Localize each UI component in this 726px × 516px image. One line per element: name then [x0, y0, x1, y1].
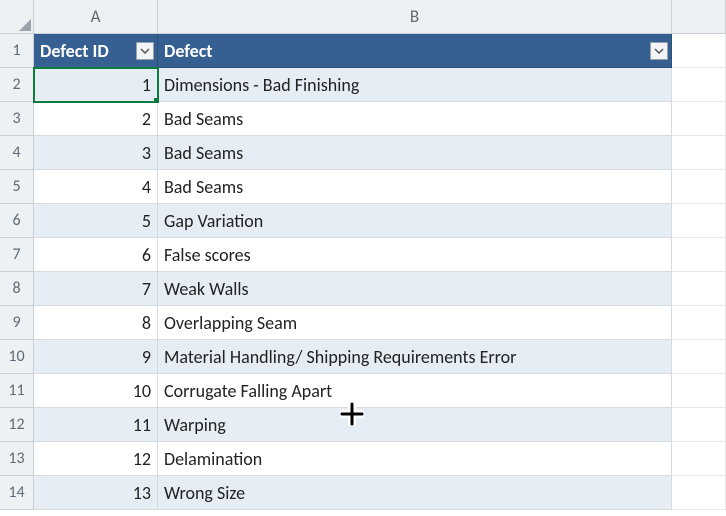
cell-A6[interactable]: 5 [34, 204, 158, 238]
cell-value: 11 [133, 414, 151, 436]
table-header-defect-id[interactable]: Defect ID [34, 34, 158, 68]
cell-C2[interactable] [672, 68, 726, 102]
row-header-4[interactable]: 4 [0, 136, 34, 170]
spreadsheet-grid[interactable]: A B 1 Defect ID Defect 21Dimensions - Ba… [0, 0, 726, 510]
cell-C10[interactable] [672, 340, 726, 374]
row-header-9[interactable]: 9 [0, 306, 34, 340]
cell-A7[interactable]: 6 [34, 238, 158, 272]
cell-C5[interactable] [672, 170, 726, 204]
filter-button-defect-id[interactable] [136, 42, 154, 60]
cell-B7[interactable]: False scores [158, 238, 672, 272]
cell-value: Overlapping Seam [164, 312, 297, 334]
cell-C8[interactable] [672, 272, 726, 306]
cell-value: 3 [142, 142, 151, 164]
cell-A11[interactable]: 10 [34, 374, 158, 408]
cell-value: False scores [164, 244, 251, 266]
cell-A3[interactable]: 2 [34, 102, 158, 136]
table-header-defect[interactable]: Defect [158, 34, 672, 68]
cell-value: Corrugate Falling Apart [164, 380, 332, 402]
cell-C4[interactable] [672, 136, 726, 170]
col-header-B[interactable]: B [158, 0, 672, 34]
cell-C1[interactable] [672, 34, 726, 68]
cell-C6[interactable] [672, 204, 726, 238]
cell-B10[interactable]: Material Handling/ Shipping Requirements… [158, 340, 672, 374]
cell-A10[interactable]: 9 [34, 340, 158, 374]
cell-B8[interactable]: Weak Walls [158, 272, 672, 306]
row-header-7[interactable]: 7 [0, 238, 34, 272]
cell-C14[interactable] [672, 476, 726, 510]
cell-C3[interactable] [672, 102, 726, 136]
cell-B12[interactable]: Warping [158, 408, 672, 442]
cell-value: 9 [142, 346, 151, 368]
row-header-2[interactable]: 2 [0, 68, 34, 102]
row-header-12[interactable]: 12 [0, 408, 34, 442]
cell-value: Dimensions - Bad Finishing [164, 74, 359, 96]
cell-value: 6 [142, 244, 151, 266]
cell-value: 13 [133, 482, 151, 504]
cell-value: 2 [142, 108, 151, 130]
cell-value: 1 [142, 74, 151, 96]
cell-value: Gap Variation [164, 210, 263, 232]
cell-B2[interactable]: Dimensions - Bad Finishing [158, 68, 672, 102]
cell-A8[interactable]: 7 [34, 272, 158, 306]
cell-value: Delamination [164, 448, 262, 470]
row-header-8[interactable]: 8 [0, 272, 34, 306]
cell-C12[interactable] [672, 408, 726, 442]
cell-B6[interactable]: Gap Variation [158, 204, 672, 238]
cell-value: Bad Seams [164, 108, 243, 130]
chevron-down-icon [654, 46, 664, 56]
row-header-11[interactable]: 11 [0, 374, 34, 408]
cell-A2[interactable]: 1 [34, 68, 158, 102]
cell-B13[interactable]: Delamination [158, 442, 672, 476]
cell-B11[interactable]: Corrugate Falling Apart [158, 374, 672, 408]
cell-A12[interactable]: 11 [34, 408, 158, 442]
row-header-3[interactable]: 3 [0, 102, 34, 136]
cell-A14[interactable]: 13 [34, 476, 158, 510]
row-header-5[interactable]: 5 [0, 170, 34, 204]
cell-A5[interactable]: 4 [34, 170, 158, 204]
cell-value: Warping [164, 414, 226, 436]
cell-value: 7 [142, 278, 151, 300]
select-all-corner[interactable] [0, 0, 34, 34]
cell-value: 8 [142, 312, 151, 334]
cell-B9[interactable]: Overlapping Seam [158, 306, 672, 340]
row-header-14[interactable]: 14 [0, 476, 34, 510]
cell-value: 12 [133, 448, 151, 470]
cell-value: 4 [142, 176, 151, 198]
cell-A9[interactable]: 8 [34, 306, 158, 340]
header-label: Defect ID [40, 40, 109, 62]
col-header-C[interactable] [672, 0, 726, 34]
cell-value: 5 [142, 210, 151, 232]
cell-value: Bad Seams [164, 176, 243, 198]
cell-C11[interactable] [672, 374, 726, 408]
cell-value: Weak Walls [164, 278, 249, 300]
cell-B5[interactable]: Bad Seams [158, 170, 672, 204]
cell-value: Bad Seams [164, 142, 243, 164]
row-header-13[interactable]: 13 [0, 442, 34, 476]
cell-value: Wrong Size [164, 482, 245, 504]
row-header-10[interactable]: 10 [0, 340, 34, 374]
row-header-6[interactable]: 6 [0, 204, 34, 238]
col-header-A[interactable]: A [34, 0, 158, 34]
header-label: Defect [164, 40, 213, 62]
chevron-down-icon [140, 46, 150, 56]
cell-B4[interactable]: Bad Seams [158, 136, 672, 170]
cell-value: Material Handling/ Shipping Requirements… [164, 346, 516, 368]
cell-C9[interactable] [672, 306, 726, 340]
cell-C13[interactable] [672, 442, 726, 476]
cell-A4[interactable]: 3 [34, 136, 158, 170]
filter-button-defect[interactable] [650, 42, 668, 60]
cell-C7[interactable] [672, 238, 726, 272]
row-header-1[interactable]: 1 [0, 34, 34, 68]
cell-A13[interactable]: 12 [34, 442, 158, 476]
cell-value: 10 [133, 380, 151, 402]
cell-B14[interactable]: Wrong Size [158, 476, 672, 510]
cell-B3[interactable]: Bad Seams [158, 102, 672, 136]
